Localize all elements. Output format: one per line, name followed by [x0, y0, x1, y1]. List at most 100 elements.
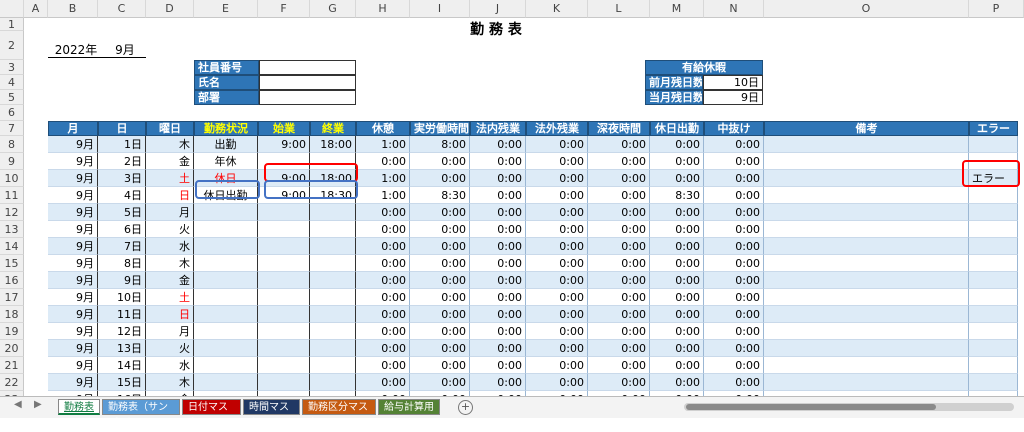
- table-cell[interactable]: 9月: [48, 340, 98, 357]
- table-cell[interactable]: 0:00: [470, 221, 526, 238]
- table-cell[interactable]: 0:00: [470, 306, 526, 323]
- row-header[interactable]: 10: [0, 170, 24, 187]
- table-cell[interactable]: 0:00: [650, 340, 704, 357]
- table-cell[interactable]: 0:00: [704, 374, 764, 391]
- table-cell[interactable]: 0:00: [410, 306, 470, 323]
- table-cell[interactable]: 0:00: [588, 323, 650, 340]
- table-cell[interactable]: 11日: [98, 306, 146, 323]
- error-cell[interactable]: [969, 289, 1018, 306]
- table-cell[interactable]: [310, 221, 356, 238]
- table-cell[interactable]: 0:00: [650, 255, 704, 272]
- table-cell[interactable]: [310, 306, 356, 323]
- table-cell[interactable]: 1:00: [356, 136, 410, 153]
- table-cell[interactable]: 0:00: [356, 221, 410, 238]
- table-cell[interactable]: 木: [146, 255, 194, 272]
- table-cell[interactable]: 0:00: [650, 238, 704, 255]
- tab-scroll-left-icon[interactable]: ◀: [14, 399, 22, 410]
- department-field[interactable]: [259, 90, 356, 105]
- table-cell[interactable]: 0:00: [704, 204, 764, 221]
- row-header[interactable]: 6: [0, 105, 24, 121]
- row-header[interactable]: 5: [0, 90, 24, 105]
- year-cell[interactable]: 2022年: [48, 42, 104, 58]
- table-cell[interactable]: 0:00: [650, 289, 704, 306]
- table-cell[interactable]: 0:00: [588, 374, 650, 391]
- worksheet[interactable]: ABCDEFGHIJKLMNOP 1 2 3 4 5 6 7 8 9 10 11 12 13 14 15 16…: [0, 0, 1024, 396]
- row-header[interactable]: 21: [0, 357, 24, 374]
- table-cell[interactable]: 7日: [98, 238, 146, 255]
- scrollbar-thumb[interactable]: [686, 404, 936, 410]
- table-cell[interactable]: 0:00: [526, 170, 588, 187]
- table-cell[interactable]: 0:00: [650, 136, 704, 153]
- table-cell[interactable]: 0:00: [704, 289, 764, 306]
- table-cell[interactable]: [310, 340, 356, 357]
- table-cell[interactable]: 13日: [98, 340, 146, 357]
- table-cell[interactable]: 0:00: [356, 272, 410, 289]
- table-cell[interactable]: 9月: [48, 187, 98, 204]
- table-cell[interactable]: [310, 357, 356, 374]
- table-cell[interactable]: 0:00: [704, 170, 764, 187]
- table-cell[interactable]: 0:00: [704, 323, 764, 340]
- table-cell[interactable]: 0:00: [470, 187, 526, 204]
- table-cell[interactable]: 0:00: [650, 170, 704, 187]
- column-header-e[interactable]: E: [194, 0, 258, 18]
- column-header-p[interactable]: P: [969, 0, 1024, 18]
- table-cell[interactable]: 14日: [98, 357, 146, 374]
- table-cell[interactable]: 0:00: [526, 221, 588, 238]
- table-cell[interactable]: [764, 306, 969, 323]
- table-cell[interactable]: 0:00: [588, 187, 650, 204]
- table-cell[interactable]: 水: [146, 238, 194, 255]
- table-cell[interactable]: 0:00: [410, 323, 470, 340]
- table-cell[interactable]: 0:00: [410, 221, 470, 238]
- table-cell[interactable]: 0:00: [588, 306, 650, 323]
- plus-circle-icon[interactable]: +: [458, 400, 473, 415]
- table-cell[interactable]: 0:00: [526, 306, 588, 323]
- table-cell[interactable]: [764, 238, 969, 255]
- table-cell[interactable]: 0:00: [470, 238, 526, 255]
- table-cell[interactable]: 0:00: [526, 255, 588, 272]
- column-header-n[interactable]: N: [704, 0, 764, 18]
- sheet-tab[interactable]: 日付マスタ: [182, 399, 241, 429]
- column-header-a[interactable]: A: [24, 0, 48, 18]
- table-cell[interactable]: [258, 255, 310, 272]
- table-cell[interactable]: [194, 255, 258, 272]
- table-cell[interactable]: [764, 340, 969, 357]
- table-cell[interactable]: 8:30: [410, 187, 470, 204]
- table-cell[interactable]: [194, 374, 258, 391]
- error-cell[interactable]: [969, 374, 1018, 391]
- table-cell[interactable]: 出勤: [194, 136, 258, 153]
- table-cell[interactable]: 1:00: [356, 187, 410, 204]
- employee-no-field[interactable]: [259, 60, 356, 75]
- sheet-tab[interactable]: 勤務区分マスタ: [302, 399, 376, 429]
- row-header[interactable]: 3: [0, 60, 24, 75]
- table-cell[interactable]: 月: [146, 204, 194, 221]
- sheet-tab[interactable]: 勤務表（サンプル）: [102, 399, 180, 429]
- table-cell[interactable]: 9日: [98, 272, 146, 289]
- table-cell[interactable]: 0:00: [650, 323, 704, 340]
- table-cell[interactable]: 0:00: [356, 323, 410, 340]
- table-cell[interactable]: 0:00: [588, 153, 650, 170]
- table-cell[interactable]: 0:00: [410, 272, 470, 289]
- error-cell[interactable]: [969, 221, 1018, 238]
- table-cell[interactable]: [764, 357, 969, 374]
- table-cell[interactable]: 0:00: [356, 204, 410, 221]
- curr-balance-value[interactable]: 9日: [703, 90, 763, 105]
- sheet-tab[interactable]: 時間マスタ: [243, 399, 300, 429]
- table-cell[interactable]: [764, 272, 969, 289]
- tab-scroll-right-icon[interactable]: ▶: [34, 399, 42, 410]
- table-cell[interactable]: [310, 289, 356, 306]
- name-field[interactable]: [259, 75, 356, 90]
- row-header[interactable]: 4: [0, 75, 24, 90]
- table-cell[interactable]: [258, 340, 310, 357]
- table-cell[interactable]: 0:00: [410, 374, 470, 391]
- table-cell[interactable]: [764, 289, 969, 306]
- row-header[interactable]: 19: [0, 323, 24, 340]
- table-cell[interactable]: 0:00: [526, 187, 588, 204]
- column-header-j[interactable]: J: [470, 0, 526, 18]
- table-cell[interactable]: 0:00: [470, 374, 526, 391]
- table-cell[interactable]: 9月: [48, 289, 98, 306]
- table-cell[interactable]: 9月: [48, 272, 98, 289]
- column-header-d[interactable]: D: [146, 0, 194, 18]
- table-cell[interactable]: 年休: [194, 153, 258, 170]
- table-cell[interactable]: 8:30: [650, 187, 704, 204]
- table-cell[interactable]: 月: [146, 323, 194, 340]
